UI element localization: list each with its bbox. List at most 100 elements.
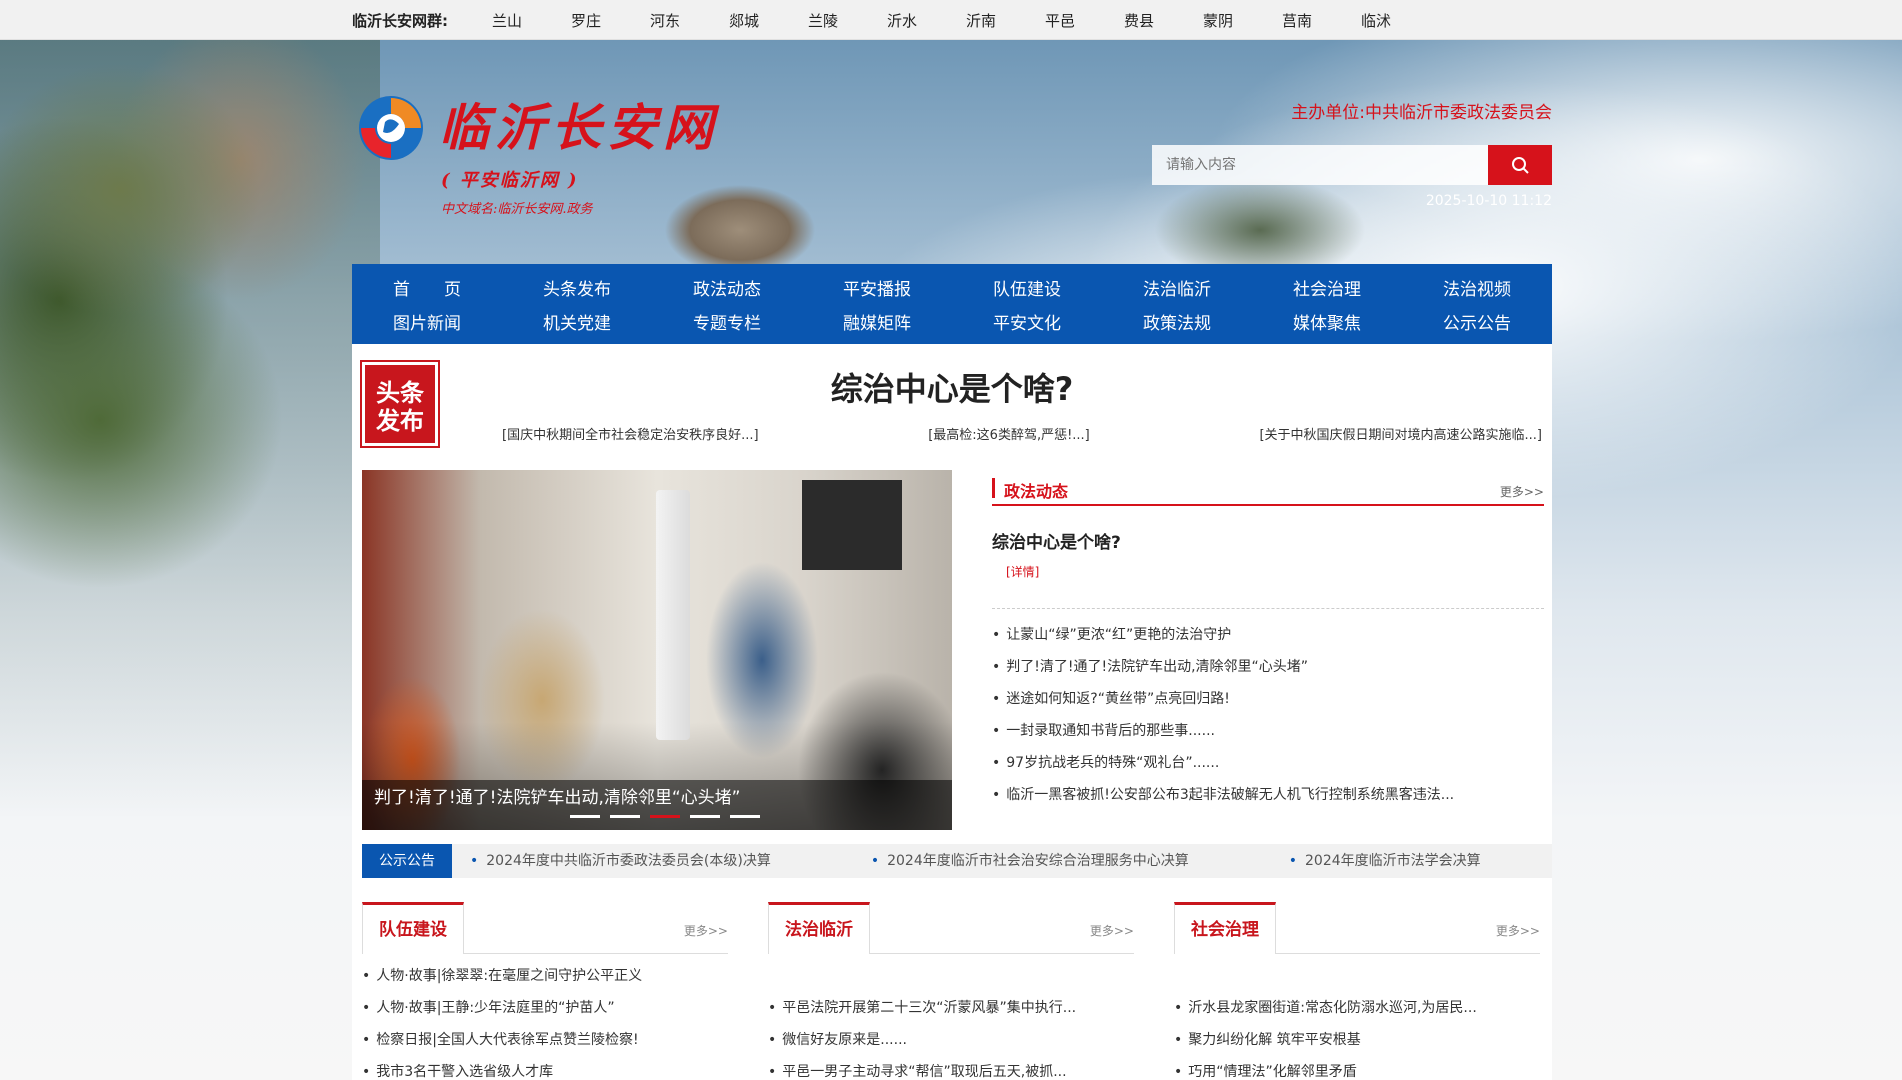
nav-party-building[interactable]: 机关党建 — [502, 309, 652, 334]
list-item[interactable]: 巧用“情理法”化解邻里矛盾 — [1174, 1056, 1540, 1080]
nav-politics[interactable]: 政法动态 — [652, 275, 802, 300]
column-tab-social-governance[interactable]: 社会治理 — [1174, 902, 1276, 954]
site-link-hedong[interactable]: 河东 — [636, 10, 715, 31]
site-link-yishui[interactable]: 沂水 — [873, 10, 952, 31]
slider-dot[interactable] — [610, 815, 640, 818]
column-news-list: 人物·故事|徐翠翠:在毫厘之间守护公平正义 人物·故事|王静:少年法庭里的“护苗… — [362, 960, 728, 1080]
announcement-items: 2024年度中共临沂市委政法委员会(本级)决算 2024年度临沂市社会治安综合治… — [470, 844, 1550, 878]
site-link-lanling[interactable]: 兰陵 — [794, 10, 873, 31]
photo-slider[interactable]: 判了!清了!通了!法院铲车出动,清除邻里“心头堵” — [362, 470, 952, 830]
logo-emblem-icon — [359, 96, 423, 160]
nav-headlines[interactable]: 头条发布 — [502, 275, 652, 300]
column-header: 法治临沂 更多>> — [768, 902, 1134, 954]
column-header: 队伍建设 更多>> — [362, 902, 728, 954]
slider-photo-board — [802, 480, 902, 570]
nav-rule-of-law[interactable]: 法治临沂 — [1102, 275, 1252, 300]
nav-home[interactable]: 首 页 — [352, 275, 502, 300]
search-input[interactable] — [1152, 145, 1488, 185]
politics-section: 政法动态 更多>> 综治中心是个啥? [详情] 让蒙山“绿”更浓“红”更艳的法治… — [992, 470, 1544, 811]
list-item[interactable]: 一封录取通知书背后的那些事...... — [992, 715, 1544, 747]
search-bar — [1152, 145, 1552, 185]
announcement-item[interactable]: 2024年度临沂市法学会决算 — [1289, 844, 1481, 878]
search-icon — [1512, 157, 1529, 174]
site-link-luozhuang[interactable]: 罗庄 — [557, 10, 636, 31]
slider-dot-active[interactable] — [650, 815, 680, 818]
nav-safety-culture[interactable]: 平安文化 — [952, 309, 1102, 334]
slider-caption[interactable]: 判了!清了!通了!法院铲车出动,清除邻里“心头堵” — [374, 783, 740, 808]
nav-media-matrix[interactable]: 融媒矩阵 — [802, 309, 952, 334]
list-item[interactable]: 97岁抗战老兵的特殊“观礼台”...... — [992, 747, 1544, 779]
nav-special-topics[interactable]: 专题专栏 — [652, 309, 802, 334]
list-item[interactable]: 检察日报|全国人大代表徐军点赞兰陵检察! — [362, 1024, 728, 1056]
politics-section-header: 政法动态 更多>> — [992, 470, 1544, 506]
headline-links: [国庆中秋期间全市社会稳定治安秩序良好...] [最高检:这6类醉驾,严惩!..… — [502, 424, 1542, 443]
site-link-lanshan[interactable]: 兰山 — [478, 10, 557, 31]
nav-media-focus[interactable]: 媒体聚焦 — [1252, 309, 1402, 334]
list-item[interactable]: 人物·故事|王静:少年法庭里的“护苗人” — [362, 992, 728, 1024]
site-link-linshu[interactable]: 临沭 — [1347, 10, 1426, 31]
nav-photo-news[interactable]: 图片新闻 — [352, 309, 502, 334]
main-nav: 首 页 头条发布 政法动态 平安播报 队伍建设 法治临沂 社会治理 法治视频 图… — [352, 264, 1552, 344]
team-building-column: 队伍建设 更多>> 人物·故事|徐翠翠:在毫厘之间守护公平正义 人物·故事|王静… — [362, 902, 728, 1080]
slider-dot[interactable] — [570, 815, 600, 818]
headline-link[interactable]: [关于中秋国庆假日期间对境内高速公路实施临...] — [1259, 424, 1542, 443]
politics-feature-title[interactable]: 综治中心是个啥? — [992, 528, 1544, 553]
logo-domain: 中文域名:临沂长安网.政务 — [441, 202, 593, 217]
list-item[interactable]: 人物·故事|徐翠翠:在毫厘之间守护公平正义 — [362, 960, 728, 992]
section-accent-bar — [992, 478, 995, 498]
nav-team-building[interactable]: 队伍建设 — [952, 275, 1102, 300]
search-button[interactable] — [1488, 145, 1552, 185]
nav-safety-broadcast[interactable]: 平安播报 — [802, 275, 952, 300]
list-item[interactable]: 迷途如何知返?“黄丝带”点亮回归路! — [992, 683, 1544, 715]
column-tab-team-building[interactable]: 队伍建设 — [362, 902, 464, 954]
column-more-link[interactable]: 更多>> — [684, 922, 728, 939]
nav-announcements[interactable]: 公示公告 — [1402, 309, 1552, 334]
slider-dot[interactable] — [730, 815, 760, 818]
social-governance-column: 社会治理 更多>> 沂水县龙家圈街道:常态化防溺水巡河,为居民... 聚力纠纷化… — [1174, 902, 1540, 1080]
headline-link[interactable]: [最高检:这6类醉驾,严惩!...] — [928, 424, 1090, 443]
site-logo[interactable]: 临沂长安网 ( 平安临沂网 ) 中文域名:临沂长安网.政务 — [355, 88, 755, 228]
site-link-pingyi[interactable]: 平邑 — [1031, 10, 1110, 31]
list-item[interactable]: 平邑法院开展第二十三次“沂蒙风暴”集中执行... — [768, 992, 1134, 1024]
politics-section-title[interactable]: 政法动态 — [1004, 478, 1068, 502]
list-item[interactable]: 沂水县龙家圈街道:常态化防溺水巡河,为居民... — [1174, 992, 1540, 1024]
nav-policies[interactable]: 政策法规 — [1102, 309, 1252, 334]
list-item[interactable]: 聚力纠纷化解 筑牢平安根基 — [1174, 1024, 1540, 1056]
headline-title[interactable]: 综治中心是个啥? — [352, 364, 1552, 410]
slider-photo-ac-unit — [656, 490, 690, 740]
logo-subtitle: ( 平安临沂网 ) — [441, 170, 579, 191]
site-link-tancheng[interactable]: 郯城 — [715, 10, 794, 31]
slider-dot[interactable] — [690, 815, 720, 818]
headline-badge-line2: 发布 — [376, 407, 424, 435]
announcement-ticker: 公示公告 2024年度中共临沂市委政法委员会(本级)决算 2024年度临沂市社会… — [362, 844, 1552, 878]
list-item[interactable]: 临沂一黑客被抓!公安部公布3起非法破解无人机飞行控制系统黑客违法... — [992, 779, 1544, 811]
column-tab-rule-of-law[interactable]: 法治临沂 — [768, 902, 870, 954]
politics-more-link[interactable]: 更多>> — [1500, 483, 1544, 500]
site-group-bar: 临沂长安网群: 兰山 罗庄 河东 郯城 兰陵 沂水 沂南 平邑 费县 蒙阴 莒南… — [0, 0, 1902, 40]
column-news-list: 平邑法院开展第二十三次“沂蒙风暴”集中执行... 微信好友原来是...... 平… — [768, 960, 1134, 1080]
rule-of-law-column: 法治临沂 更多>> 平邑法院开展第二十三次“沂蒙风暴”集中执行... 微信好友原… — [768, 902, 1134, 1080]
headline-link[interactable]: [国庆中秋期间全市社会稳定治安秩序良好...] — [502, 424, 759, 443]
site-link-yinan[interactable]: 沂南 — [952, 10, 1031, 31]
announcement-tag[interactable]: 公示公告 — [362, 844, 452, 878]
list-item[interactable]: 判了!清了!通了!法院铲车出动,清除邻里“心头堵” — [992, 651, 1544, 683]
nav-social-governance[interactable]: 社会治理 — [1252, 275, 1402, 300]
slider-dots — [570, 815, 760, 818]
sponsor-text: 主办单位:中共临沂市委政法委员会 — [1291, 103, 1552, 123]
current-datetime: 2025-10-10 11:12 — [1425, 193, 1552, 209]
site-link-feixian[interactable]: 费县 — [1110, 10, 1189, 31]
column-more-link[interactable]: 更多>> — [1090, 922, 1134, 939]
announcement-item[interactable]: 2024年度中共临沂市委政法委员会(本级)决算 — [470, 844, 771, 878]
announcement-item[interactable]: 2024年度临沂市社会治安综合治理服务中心决算 — [871, 844, 1189, 878]
list-item[interactable]: 微信好友原来是...... — [768, 1024, 1134, 1056]
list-item[interactable]: 我市3名干警入选省级人才库 — [362, 1056, 728, 1080]
nav-law-video[interactable]: 法治视频 — [1402, 275, 1552, 300]
column-header: 社会治理 更多>> — [1174, 902, 1540, 954]
site-link-mengyin[interactable]: 蒙阴 — [1189, 10, 1268, 31]
site-link-junan[interactable]: 莒南 — [1268, 10, 1347, 31]
list-item[interactable]: 平邑一男子主动寻求“帮信”取现后五天,被抓... — [768, 1056, 1134, 1080]
list-item[interactable]: 让蒙山“绿”更浓“红”更艳的法治守护 — [992, 619, 1544, 651]
column-more-link[interactable]: 更多>> — [1496, 922, 1540, 939]
main-content: 头条 发布 综治中心是个啥? [国庆中秋期间全市社会稳定治安秩序良好...] [… — [352, 344, 1552, 1080]
politics-feature-detail-link[interactable]: [详情] — [1006, 563, 1544, 580]
